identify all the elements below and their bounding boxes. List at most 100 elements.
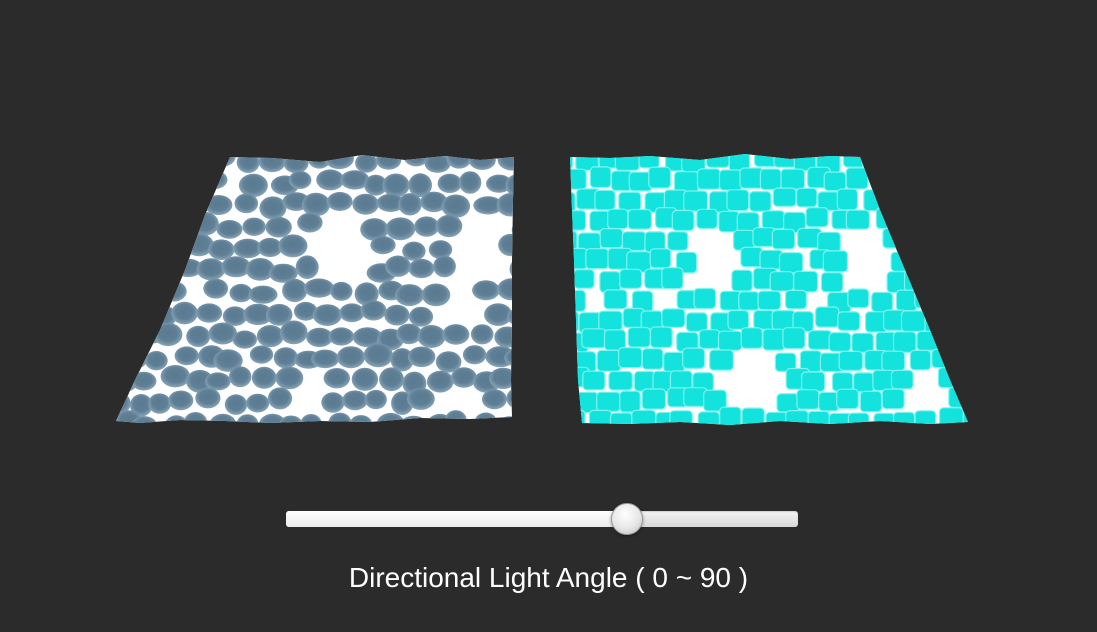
left-cell bbox=[472, 280, 500, 301]
left-cell bbox=[433, 255, 456, 278]
left-cell bbox=[516, 192, 539, 211]
left-cell bbox=[116, 327, 140, 349]
slider-thumb[interactable] bbox=[611, 503, 643, 535]
left-cell bbox=[171, 301, 198, 325]
left-cell bbox=[375, 155, 402, 170]
right-cell bbox=[873, 170, 895, 192]
left-cell bbox=[444, 410, 467, 423]
right-cell bbox=[589, 166, 612, 189]
left-cell bbox=[517, 325, 546, 349]
right-cell bbox=[570, 310, 580, 333]
right-cell bbox=[956, 167, 968, 188]
left-cell bbox=[224, 394, 248, 415]
right-cell bbox=[740, 246, 764, 268]
right-cell bbox=[772, 187, 797, 207]
right-cell bbox=[685, 312, 708, 332]
right-cell bbox=[649, 248, 672, 269]
left-cell bbox=[152, 173, 176, 197]
3d-viewport[interactable] bbox=[0, 0, 1097, 632]
right-cell bbox=[861, 154, 885, 168]
right-cell bbox=[823, 171, 847, 192]
left-cell bbox=[395, 284, 424, 307]
light-angle-slider[interactable] bbox=[286, 503, 798, 535]
right-cell bbox=[697, 411, 721, 425]
right-cell bbox=[885, 187, 910, 209]
left-cell bbox=[414, 216, 439, 237]
right-cell bbox=[820, 272, 844, 293]
right-cell bbox=[638, 154, 660, 169]
left-cell bbox=[342, 390, 368, 411]
left-cell bbox=[200, 170, 228, 190]
right-cell bbox=[709, 349, 734, 371]
left-cell bbox=[474, 412, 497, 423]
left-cell bbox=[498, 233, 514, 257]
left-cell bbox=[116, 284, 141, 307]
right-cell bbox=[962, 409, 968, 425]
right-cell bbox=[845, 167, 869, 190]
right-cell bbox=[915, 168, 941, 189]
right-cell bbox=[822, 250, 849, 273]
right-cell bbox=[719, 406, 742, 425]
right-cell bbox=[717, 330, 743, 351]
left-cell bbox=[520, 149, 546, 171]
right-cell bbox=[881, 388, 905, 410]
left-cell bbox=[437, 173, 462, 194]
left-cell bbox=[238, 173, 268, 198]
left-cell bbox=[442, 324, 470, 345]
left-cell bbox=[441, 194, 471, 218]
left-cell bbox=[144, 351, 168, 371]
right-cell bbox=[570, 270, 576, 293]
right-cell bbox=[669, 410, 693, 425]
right-cell bbox=[598, 310, 623, 332]
right-cell bbox=[891, 172, 914, 193]
right-cell bbox=[696, 208, 718, 230]
slider-caption: Directional Light Angle ( 0 ~ 90 ) bbox=[348, 562, 749, 593]
left-cell bbox=[489, 367, 514, 390]
right-cell bbox=[892, 411, 916, 425]
right-cell bbox=[762, 328, 786, 351]
right-cell bbox=[938, 407, 964, 425]
left-cell bbox=[323, 368, 350, 389]
left-cell bbox=[278, 234, 308, 258]
left-cell bbox=[497, 278, 514, 301]
right-cell bbox=[599, 271, 621, 293]
right-cell bbox=[935, 170, 959, 194]
left-cell bbox=[208, 155, 236, 167]
left-cell bbox=[267, 387, 293, 410]
left-cell bbox=[155, 195, 184, 216]
left-cell bbox=[275, 366, 304, 390]
right-cell bbox=[673, 171, 699, 193]
right-cell bbox=[582, 370, 606, 391]
left-plane bbox=[116, 149, 546, 423]
right-cell bbox=[916, 330, 940, 351]
right-cell bbox=[929, 231, 954, 253]
left-cell bbox=[468, 155, 496, 171]
right-cell bbox=[784, 289, 807, 310]
left-cell bbox=[242, 217, 266, 236]
right-cell bbox=[641, 388, 667, 410]
right-cell bbox=[882, 227, 906, 249]
right-cell bbox=[838, 350, 864, 371]
left-cell bbox=[132, 239, 161, 263]
right-cell bbox=[937, 367, 962, 389]
right-cell bbox=[603, 289, 628, 310]
right-cell bbox=[950, 267, 968, 289]
right-cell bbox=[780, 168, 806, 190]
left-cell bbox=[408, 258, 435, 279]
left-cell bbox=[229, 366, 252, 388]
left-cell bbox=[417, 325, 446, 348]
right-cell bbox=[682, 347, 706, 370]
right-cell bbox=[617, 347, 643, 369]
left-cell bbox=[336, 346, 365, 369]
left-cell bbox=[321, 392, 345, 413]
left-cell bbox=[481, 389, 507, 410]
left-cell bbox=[509, 257, 514, 282]
left-cell bbox=[511, 219, 514, 241]
left-cell bbox=[258, 155, 286, 173]
right-cell bbox=[618, 191, 642, 211]
right-cell bbox=[570, 154, 574, 170]
left-cell bbox=[295, 255, 319, 279]
right-cell bbox=[621, 231, 647, 252]
right-cell bbox=[661, 308, 686, 328]
right-cell bbox=[939, 327, 962, 349]
